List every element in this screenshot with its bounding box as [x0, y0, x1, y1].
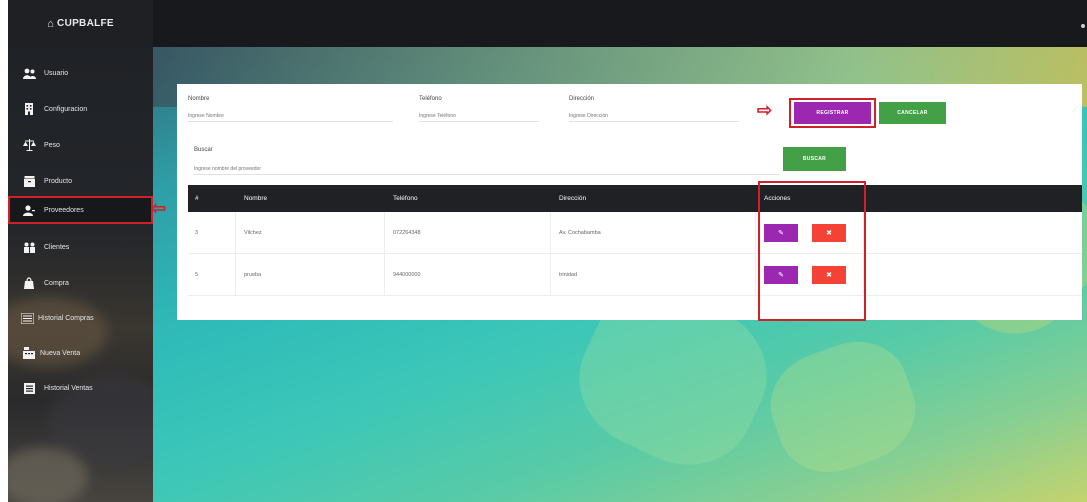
top-bar: ⌂ CUPBALFE: [8, 0, 1087, 47]
cell-nombre: prueba: [244, 272, 262, 278]
sidebar: Usuario Configuracion Peso Producto Prov…: [8, 47, 178, 502]
sidebar-item-compra[interactable]: Compra: [8, 269, 153, 297]
sidebar-item-historial-ventas[interactable]: Historial Ventas: [8, 374, 153, 402]
cell-direccion: trinidad: [559, 272, 578, 278]
direccion-input[interactable]: [569, 110, 739, 122]
user-tie-icon: [22, 204, 36, 216]
registrar-button[interactable]: REGISTRAR: [794, 102, 871, 124]
cell-nombre: Vilchez: [244, 230, 262, 236]
list-icon: [20, 312, 34, 324]
nombre-label: Nombre: [188, 96, 210, 102]
topbar-menu-dot[interactable]: [1081, 24, 1085, 28]
column-header: Dirección: [559, 195, 587, 202]
sidebar-item-label: Configuracion: [44, 105, 88, 113]
people-icon: [22, 241, 36, 253]
providers-table: # Nombre Teléfono Dirección Acciones 3 V…: [188, 185, 1082, 296]
app-window: ⌂ CUPBALFE Usuario Configuracion Peso Pr…: [8, 0, 1087, 502]
cancelar-button[interactable]: CANCELAR: [879, 102, 946, 124]
sidebar-item-label: Usuario: [44, 69, 69, 77]
sidebar-item-usuario[interactable]: Usuario: [8, 59, 153, 87]
users-icon: [22, 67, 36, 79]
column-header: Acciones: [764, 195, 791, 202]
arrow-right-icon: ⇨: [757, 100, 773, 120]
sidebar-item-label: Historial Ventas: [44, 384, 93, 392]
register-icon: [22, 382, 36, 394]
home-logo-icon: ⌂: [47, 17, 55, 30]
sidebar-item-proveedores[interactable]: Proveedores: [8, 196, 153, 224]
box-icon: [22, 175, 36, 187]
content-area: Nombre Teléfono Dirección ⇨ REGISTRAR CA…: [153, 47, 1087, 502]
sidebar-item-peso[interactable]: Peso: [8, 131, 153, 159]
buscar-button[interactable]: BUSCAR: [783, 147, 846, 171]
edit-button[interactable]: ✎: [764, 224, 798, 242]
cell-telefono: 944000000: [393, 272, 421, 278]
sidebar-item-label: Compra: [44, 279, 69, 287]
sidebar-item-historial-compras[interactable]: Historial Compras: [8, 304, 153, 332]
telefono-input[interactable]: [419, 110, 539, 122]
sidebar-item-label: Clientes: [44, 243, 70, 251]
brand-name: CUPBALFE: [57, 18, 114, 29]
bag-icon: [22, 277, 36, 289]
buscar-input[interactable]: [194, 163, 779, 175]
sidebar-item-clientes[interactable]: Clientes: [8, 233, 153, 261]
cell-id: 3: [195, 230, 199, 236]
column-header: Teléfono: [393, 195, 418, 202]
providers-card: Nombre Teléfono Dirección ⇨ REGISTRAR CA…: [177, 84, 1082, 321]
buscar-label: Buscar: [194, 147, 213, 153]
building-icon: [22, 103, 36, 115]
sidebar-item-nueva-venta[interactable]: Nueva Venta: [8, 339, 153, 367]
nombre-input[interactable]: [188, 110, 393, 122]
column-header: Nombre: [244, 195, 268, 202]
table-row: 5 prueba 944000000 trinidad ✎ ✖: [188, 254, 1082, 296]
sidebar-item-producto[interactable]: Producto: [8, 167, 153, 195]
scale-icon: [22, 139, 36, 151]
cell-telefono: 072264348: [393, 230, 421, 236]
delete-button[interactable]: ✖: [812, 266, 846, 284]
cash-register-icon: [22, 347, 36, 359]
direccion-label: Dirección: [569, 96, 595, 102]
sidebar-item-label: Peso: [44, 141, 60, 149]
arrow-left-icon: ⇦: [153, 198, 167, 218]
brand[interactable]: ⌂ CUPBALFE: [8, 0, 153, 47]
table-row: 3 Vilchez 072264348 Av. Cochabamba ✎ ✖: [188, 212, 1082, 254]
sidebar-item-label: Producto: [44, 177, 73, 185]
table-header: # Nombre Teléfono Dirección Acciones: [188, 185, 1082, 212]
sidebar-item-label: Proveedores: [44, 206, 84, 214]
telefono-label: Teléfono: [419, 96, 442, 102]
sidebar-item-configuracion[interactable]: Configuracion: [8, 95, 153, 123]
delete-button[interactable]: ✖: [812, 224, 846, 242]
sidebar-item-label: Historial Compras: [38, 314, 94, 322]
cell-direccion: Av. Cochabamba: [559, 230, 601, 236]
edit-button[interactable]: ✎: [764, 266, 798, 284]
cell-id: 5: [195, 272, 199, 278]
sidebar-item-label: Nueva Venta: [40, 349, 81, 357]
column-header: #: [195, 195, 199, 202]
